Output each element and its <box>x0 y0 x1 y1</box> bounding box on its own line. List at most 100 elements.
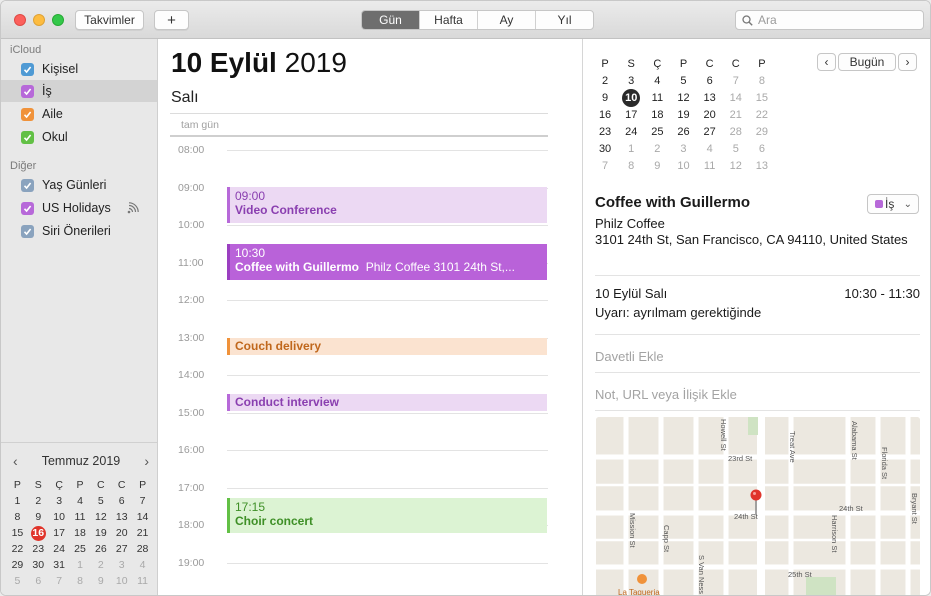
mini-calendar-day[interactable]: 21 <box>723 106 749 123</box>
calendar-item-aile[interactable]: Aile <box>1 103 157 125</box>
checkbox-icon[interactable] <box>21 201 34 215</box>
mini-calendar-day[interactable]: 13 <box>749 157 775 174</box>
checkbox-icon[interactable] <box>21 178 34 192</box>
mini-calendar-day[interactable]: 9 <box>592 89 618 106</box>
tab-week[interactable]: Hafta <box>420 11 478 29</box>
mini-calendar-day[interactable]: 6 <box>749 140 775 157</box>
mini-calendar-day[interactable]: 9 <box>644 157 670 174</box>
mini-calendar-day[interactable]: 18 <box>644 106 670 123</box>
mini-month-day[interactable]: 8 <box>7 509 28 525</box>
event-time-range[interactable]: 10:30 - 11:30 <box>844 286 920 301</box>
calendar-item-siri-suggestions[interactable]: Siri Önerileri <box>1 220 157 242</box>
mini-calendar-day[interactable]: 5 <box>723 140 749 157</box>
mini-month-day[interactable]: 2 <box>28 493 49 509</box>
mini-month-day[interactable]: 24 <box>49 541 70 557</box>
mini-month-day[interactable]: 22 <box>7 541 28 557</box>
mini-calendar-day[interactable]: 13 <box>697 89 723 106</box>
mini-calendar-day[interactable]: 25 <box>644 123 670 140</box>
mini-calendar-day[interactable]: 20 <box>697 106 723 123</box>
mini-month-day[interactable]: 3 <box>49 493 70 509</box>
mini-month-day[interactable]: 5 <box>7 573 28 589</box>
mini-calendar-day[interactable]: 4 <box>697 140 723 157</box>
mini-calendar-day[interactable]: 29 <box>749 123 775 140</box>
mini-month-day[interactable]: 25 <box>70 541 91 557</box>
mini-month-day[interactable]: 7 <box>132 493 153 509</box>
checkbox-icon[interactable] <box>21 107 34 121</box>
calendar-item-us-holidays[interactable]: US Holidays <box>1 197 157 219</box>
mini-month-day[interactable]: 29 <box>7 557 28 573</box>
mini-month-day[interactable]: 4 <box>132 557 153 573</box>
mini-month-day[interactable]: 7 <box>49 573 70 589</box>
mini-calendar-day[interactable]: 26 <box>670 123 696 140</box>
prev-button[interactable]: ‹ <box>817 53 836 71</box>
mini-month-day[interactable]: 6 <box>28 573 49 589</box>
checkbox-icon[interactable] <box>21 130 34 144</box>
mini-month-day[interactable]: 5 <box>90 493 111 509</box>
event-video-conference[interactable]: 09:00 Video Conference <box>227 187 547 223</box>
mini-calendar-day[interactable]: 4 <box>644 72 670 89</box>
calendar-item-is[interactable]: İş <box>1 80 157 102</box>
checkbox-icon[interactable] <box>21 84 34 98</box>
mini-calendar-day[interactable]: 11 <box>644 89 670 106</box>
mini-calendar-day[interactable]: 6 <box>697 72 723 89</box>
mini-calendar-day[interactable]: 24 <box>618 123 644 140</box>
event-couch-delivery[interactable]: Couch delivery <box>227 338 547 355</box>
mini-calendar-day[interactable]: 10 <box>670 157 696 174</box>
event-title[interactable]: Coffee with Guillermo <box>595 194 750 211</box>
mini-month-day[interactable]: 1 <box>7 493 28 509</box>
calendar-item-birthdays[interactable]: Yaş Günleri <box>1 174 157 196</box>
event-conduct-interview[interactable]: Conduct interview <box>227 394 547 411</box>
mini-calendar-day[interactable]: 22 <box>749 106 775 123</box>
calendars-button[interactable]: Takvimler <box>75 10 144 30</box>
close-window-button[interactable] <box>14 14 26 26</box>
mini-month-day[interactable]: 27 <box>111 541 132 557</box>
mini-calendar-day[interactable]: 10 <box>618 88 644 107</box>
tab-month[interactable]: Ay <box>478 11 536 29</box>
mini-month-day[interactable]: 30 <box>28 557 49 573</box>
add-notes-field[interactable]: Not, URL veya İlişik Ekle <box>595 387 737 402</box>
mini-calendar-day[interactable]: 3 <box>670 140 696 157</box>
mini-month-day[interactable]: 16 <box>28 525 49 541</box>
checkbox-icon[interactable] <box>21 224 34 238</box>
mini-calendar-day[interactable]: 28 <box>723 123 749 140</box>
mini-month-day[interactable]: 9 <box>90 573 111 589</box>
mini-month-day[interactable]: 19 <box>90 525 111 541</box>
mini-calendar-day[interactable]: 3 <box>618 72 644 89</box>
mini-month-day[interactable]: 28 <box>132 541 153 557</box>
calendar-item-okul[interactable]: Okul <box>1 126 157 148</box>
mini-calendar-day[interactable]: 15 <box>749 89 775 106</box>
mini-month-day[interactable]: 26 <box>90 541 111 557</box>
mini-month-day[interactable]: 3 <box>111 557 132 573</box>
mini-month-day[interactable]: 8 <box>70 573 91 589</box>
calendar-popup[interactable]: İş ⌄ <box>867 194 919 214</box>
search-input[interactable]: Ara <box>735 10 924 30</box>
mini-calendar-day[interactable]: 8 <box>618 157 644 174</box>
mini-month-day[interactable]: 20 <box>111 525 132 541</box>
mini-calendar-day[interactable]: 8 <box>749 72 775 89</box>
mini-calendar-day[interactable]: 2 <box>592 72 618 89</box>
add-invitees-field[interactable]: Davetli Ekle <box>595 349 664 364</box>
event-location[interactable]: Philz Coffee 3101 24th St, San Francisco… <box>595 216 915 248</box>
event-coffee-with-guillermo[interactable]: 10:30 Coffee with Guillermo Philz Coffee… <box>227 244 547 280</box>
mini-calendar-day[interactable]: 2 <box>644 140 670 157</box>
checkbox-icon[interactable] <box>21 62 34 76</box>
mini-calendar-day[interactable]: 17 <box>618 106 644 123</box>
mini-calendar-day[interactable]: 19 <box>670 106 696 123</box>
mini-month-day[interactable]: 13 <box>111 509 132 525</box>
calendar-item-kisisel[interactable]: Kişisel <box>1 58 157 80</box>
mini-month-day[interactable]: 10 <box>49 509 70 525</box>
next-button[interactable]: › <box>898 53 917 71</box>
mini-month-day[interactable]: 18 <box>70 525 91 541</box>
mini-calendar-day[interactable]: 1 <box>618 140 644 157</box>
event-choir-concert[interactable]: 17:15 Choir concert <box>227 498 547 533</box>
mini-month-day[interactable]: 10 <box>111 573 132 589</box>
mini-month-day[interactable]: 11 <box>132 573 153 589</box>
mini-month-day[interactable]: 6 <box>111 493 132 509</box>
mini-month-day[interactable]: 11 <box>70 509 91 525</box>
mini-calendar-day[interactable]: 30 <box>592 140 618 157</box>
add-event-button[interactable]: + <box>154 10 189 30</box>
mini-month-day[interactable]: 12 <box>90 509 111 525</box>
mini-calendar-day[interactable]: 27 <box>697 123 723 140</box>
mini-month-day[interactable]: 2 <box>90 557 111 573</box>
minimize-window-button[interactable] <box>33 14 45 26</box>
